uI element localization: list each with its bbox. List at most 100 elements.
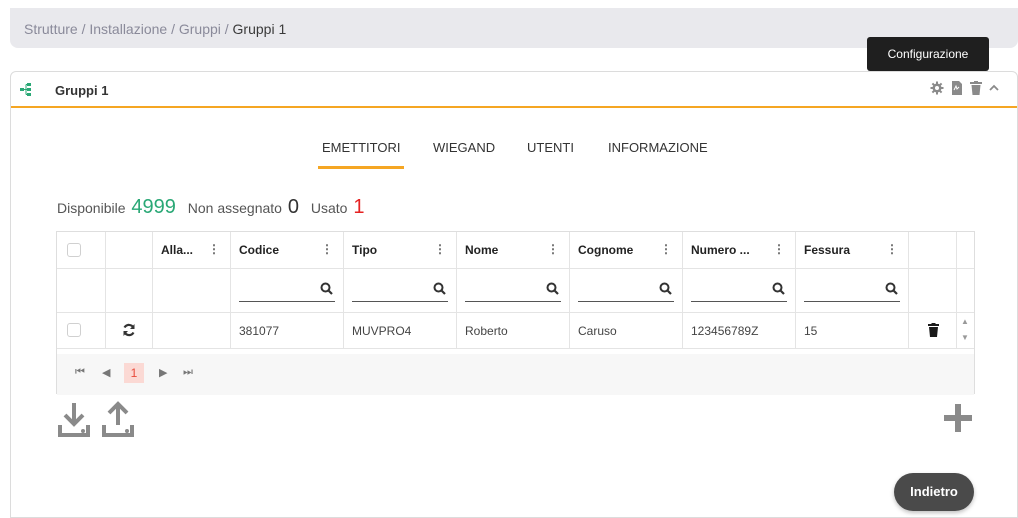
column-label: Numero ... [691, 243, 750, 257]
pagination: ⏮ ◀ 1 ▶ ⏭ [57, 354, 974, 395]
cell-text: Caruso [578, 324, 617, 338]
tab-bar: EMETTITORI WIEGAND UTENTI INFORMAZIONE [11, 140, 1017, 170]
column-menu-icon[interactable]: ⋮ [434, 242, 446, 256]
pdf-icon[interactable] [951, 81, 963, 95]
row-delete-cell [909, 313, 957, 348]
filter-fessura-input[interactable] [804, 278, 900, 302]
filter-input[interactable] [804, 278, 881, 300]
column-menu-icon[interactable]: ⋮ [773, 242, 785, 256]
filter-empty-cell [57, 269, 106, 312]
filter-codice-input[interactable] [239, 278, 335, 302]
unassigned-value: 0 [287, 196, 299, 218]
cell-text: 123456789Z [691, 324, 759, 338]
select-all-checkbox[interactable] [67, 243, 81, 257]
row-checkbox[interactable] [67, 323, 81, 337]
search-icon[interactable] [885, 282, 898, 295]
cell-text: Roberto [465, 324, 508, 338]
download-icon[interactable] [58, 401, 90, 437]
filter-cell-codice [231, 269, 344, 312]
hierarchy-icon [20, 83, 31, 96]
cell-numero: 123456789Z [683, 313, 796, 348]
table-header-row: Alla... ⋮ Codice ⋮ Tipo ⋮ Nome ⋮ Cognome ⋮ Nu… [57, 232, 974, 269]
filter-cell-nome [457, 269, 570, 312]
row-sync-cell [106, 313, 153, 348]
current-page[interactable]: 1 [124, 363, 144, 383]
breadcrumb: Strutture / Installazione / Gruppi / Gru… [24, 21, 286, 37]
search-icon[interactable] [772, 282, 785, 295]
filter-input[interactable] [578, 278, 655, 300]
chevron-up-icon[interactable] [989, 83, 999, 93]
unassigned-label: Non assegnato [187, 200, 282, 216]
filter-input[interactable] [691, 278, 768, 300]
filter-input[interactable] [239, 278, 316, 300]
filter-cell-tipo [344, 269, 457, 312]
next-page-icon[interactable]: ▶ [159, 366, 167, 379]
search-icon[interactable] [546, 282, 559, 295]
filter-input[interactable] [352, 278, 429, 300]
cell-fessura: 15 [796, 313, 909, 348]
column-header-nome[interactable]: Nome ⋮ [457, 232, 570, 268]
card-title: Gruppi 1 [55, 83, 109, 98]
tab-emettitori[interactable]: EMETTITORI [317, 140, 405, 169]
table-filter-row [57, 269, 974, 313]
column-label: Nome [465, 243, 499, 257]
tab-informazione[interactable]: INFORMAZIONE [608, 140, 708, 155]
header-select-cell [57, 232, 106, 268]
search-icon[interactable] [659, 282, 672, 295]
column-menu-icon[interactable]: ⋮ [547, 242, 559, 256]
prev-page-icon[interactable]: ◀ [102, 366, 110, 379]
upload-icon[interactable] [102, 401, 134, 437]
available-value: 4999 [131, 196, 176, 218]
column-header-codice[interactable]: Codice ⋮ [231, 232, 344, 268]
breadcrumb-path[interactable]: Strutture / Installazione / Gruppi / [24, 21, 233, 37]
cell-cognome: Caruso [570, 313, 683, 348]
column-label: Tipo [352, 243, 378, 257]
cell-alla [153, 313, 231, 348]
tab-utenti[interactable]: UTENTI [527, 140, 574, 155]
last-page-icon[interactable]: ⏭ [183, 366, 193, 379]
filter-cell-numero [683, 269, 796, 312]
filter-nome-input[interactable] [465, 278, 561, 302]
emitters-table: Alla... ⋮ Codice ⋮ Tipo ⋮ Nome ⋮ Cognome ⋮ Nu… [56, 231, 975, 395]
filter-empty-cell [909, 269, 957, 312]
table-row[interactable]: 381077 MUVPRO4 Roberto Caruso 123456789Z… [57, 313, 974, 349]
filter-input[interactable] [465, 278, 542, 300]
filter-cell-fessura [796, 269, 909, 312]
filter-empty-cell [153, 269, 231, 312]
search-icon[interactable] [320, 282, 333, 295]
first-page-icon[interactable]: ⏮ [75, 366, 85, 379]
scroll-up-icon[interactable]: ▲ [961, 317, 969, 326]
header-sync-cell [106, 232, 153, 268]
column-label: Alla... [161, 243, 194, 257]
breadcrumb-current: Gruppi 1 [232, 21, 287, 37]
column-header-tipo[interactable]: Tipo ⋮ [344, 232, 457, 268]
column-menu-icon[interactable]: ⋮ [208, 242, 220, 256]
search-icon[interactable] [433, 282, 446, 295]
column-menu-icon[interactable]: ⋮ [886, 242, 898, 256]
cell-text: 15 [804, 324, 818, 338]
cell-nome: Roberto [457, 313, 570, 348]
column-header-fessura[interactable]: Fessura ⋮ [796, 232, 909, 268]
column-menu-icon[interactable]: ⋮ [660, 242, 672, 256]
cell-text: MUVPRO4 [352, 324, 412, 338]
column-menu-icon[interactable]: ⋮ [321, 242, 333, 256]
scroll-down-icon[interactable]: ▼ [961, 333, 969, 342]
cell-codice: 381077 [231, 313, 344, 348]
refresh-icon[interactable] [122, 323, 136, 337]
trash-icon[interactable] [970, 81, 982, 95]
trash-icon[interactable] [928, 323, 939, 337]
card-actions [930, 81, 999, 95]
tab-wiegand[interactable]: WIEGAND [433, 140, 495, 155]
add-icon[interactable] [943, 403, 973, 433]
column-header-alla[interactable]: Alla... ⋮ [153, 232, 231, 268]
filter-cognome-input[interactable] [578, 278, 674, 302]
gear-icon[interactable] [930, 81, 944, 95]
column-header-numero[interactable]: Numero ... ⋮ [683, 232, 796, 268]
column-label: Fessura [804, 243, 851, 257]
filter-tipo-input[interactable] [352, 278, 448, 302]
available-label: Disponibile [57, 200, 126, 216]
back-button[interactable]: Indietro [894, 473, 974, 511]
filter-numero-input[interactable] [691, 278, 787, 302]
column-header-cognome[interactable]: Cognome ⋮ [570, 232, 683, 268]
filter-cell-cognome [570, 269, 683, 312]
